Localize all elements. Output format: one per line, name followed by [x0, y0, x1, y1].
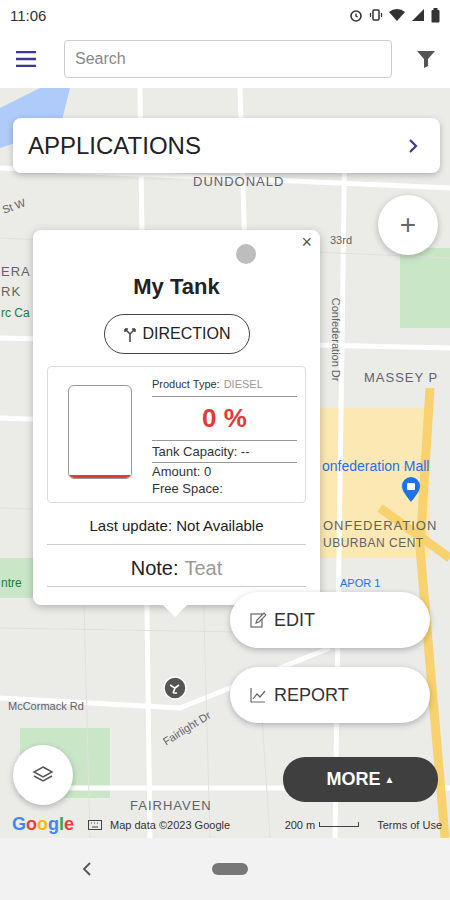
direction-icon	[123, 326, 137, 342]
action-label: REPORT	[274, 685, 349, 706]
product-type-value: DIESEL	[224, 378, 263, 390]
navigation-bar	[0, 838, 450, 900]
battery-icon	[431, 8, 440, 23]
tank-percent: 0 %	[152, 397, 297, 441]
scale-label: 200 m	[285, 819, 316, 831]
map-label: UBURBAN CENT	[323, 536, 424, 550]
action-button[interactable]: EDIT	[230, 592, 430, 648]
more-button[interactable]: MORE ▲	[283, 757, 438, 802]
tank-free-space: Free Space:	[152, 480, 297, 498]
status-time: 11:06	[10, 7, 46, 24]
tank-info: Product Type: DIESEL 0 %Tank Capacity: --A…	[152, 375, 297, 498]
action-button[interactable]: REPORT	[230, 667, 430, 723]
layers-button[interactable]	[13, 745, 73, 805]
map-scale: 200 m	[285, 819, 360, 831]
product-type-label: Product Type:	[152, 378, 220, 390]
map-label: 33rd	[330, 234, 352, 247]
last-update: Last update: Not Available	[47, 503, 306, 545]
edit-icon	[250, 612, 266, 628]
map-label: rc Ca	[1, 306, 30, 320]
direction-label: DIRECTION	[143, 325, 231, 343]
report-icon	[250, 687, 266, 703]
wifi-icon	[389, 8, 405, 22]
popup-tail	[163, 605, 187, 617]
keyboard-icon	[88, 820, 102, 830]
top-bar	[0, 30, 450, 88]
layers-icon	[32, 764, 54, 786]
action-label: EDIT	[274, 610, 315, 631]
shopping-bag-icon	[400, 476, 422, 502]
map-label: MASSEY P	[364, 370, 438, 386]
more-label: MORE	[327, 769, 381, 790]
map-label: RK	[1, 284, 21, 300]
map-label: Confederation Dr	[329, 298, 342, 382]
map-label: ERA	[1, 264, 31, 280]
map-label: ntre	[1, 576, 22, 590]
applications-card[interactable]: APPLICATIONS	[13, 118, 440, 173]
menu-icon[interactable]	[16, 51, 36, 67]
tank-capacity: Tank Capacity: --	[152, 441, 297, 463]
tank-fill	[69, 475, 131, 478]
note: Note: Teat	[47, 545, 306, 587]
screen: 11:06 DUNDONALD 33rd MASSEY P Confederation …	[0, 0, 450, 900]
more-arrow: ▲	[385, 774, 395, 785]
status-dot	[236, 244, 256, 264]
vibrate-icon	[369, 8, 383, 22]
status-icons	[349, 8, 440, 23]
tank-popup: ×My TankDIRECTIONProduct Type:DIESEL0 %T…	[33, 230, 320, 605]
close-button[interactable]: ×	[301, 232, 312, 253]
map-label: ONFEDERATION	[323, 518, 437, 534]
note-label: Note:	[131, 557, 179, 580]
status-bar: 11:06	[0, 0, 450, 30]
map-attribution: Google Map data ©2023 Google 200 m Terms of…	[0, 814, 450, 835]
tank-gauge	[68, 385, 132, 479]
map-label: APOR 1	[340, 577, 380, 590]
back-icon[interactable]	[82, 862, 92, 876]
map[interactable]: DUNDONALD 33rd MASSEY P Confederation Dr onf…	[0, 88, 450, 838]
filter-icon[interactable]	[416, 49, 436, 69]
tank-amount: Amount: 0	[152, 463, 297, 480]
tank-pin-icon	[163, 676, 187, 700]
map-label: FAIRHAVEN	[130, 798, 212, 814]
tank-card: Product Type: DIESEL 0 %Tank Capacity: --A…	[47, 366, 306, 503]
map-label: onfederation Mall	[322, 458, 429, 475]
map-data-text: Map data ©2023 Google	[110, 819, 230, 831]
product-type: Product Type: DIESEL	[152, 375, 297, 397]
tank-title: My Tank	[47, 274, 306, 300]
direction-button[interactable]: DIRECTION	[104, 314, 250, 354]
map-label: DUNDONALD	[193, 174, 284, 190]
chevron-right-icon	[408, 138, 418, 154]
google-logo: Google	[12, 814, 74, 835]
zoom-button[interactable]: +	[378, 195, 438, 255]
home-button[interactable]	[212, 863, 248, 875]
alarm-icon	[349, 8, 363, 22]
action-menu: EDIT REPORT	[230, 592, 430, 723]
scale-bar	[319, 822, 359, 827]
note-value: Teat	[185, 557, 223, 580]
signal-icon	[411, 8, 425, 22]
terms-link[interactable]: Terms of Use	[377, 819, 442, 831]
search-field[interactable]	[64, 40, 392, 78]
tank-pin[interactable]	[163, 676, 187, 704]
map-label: McCormack Rd	[8, 700, 84, 713]
applications-label: APPLICATIONS	[28, 132, 201, 160]
